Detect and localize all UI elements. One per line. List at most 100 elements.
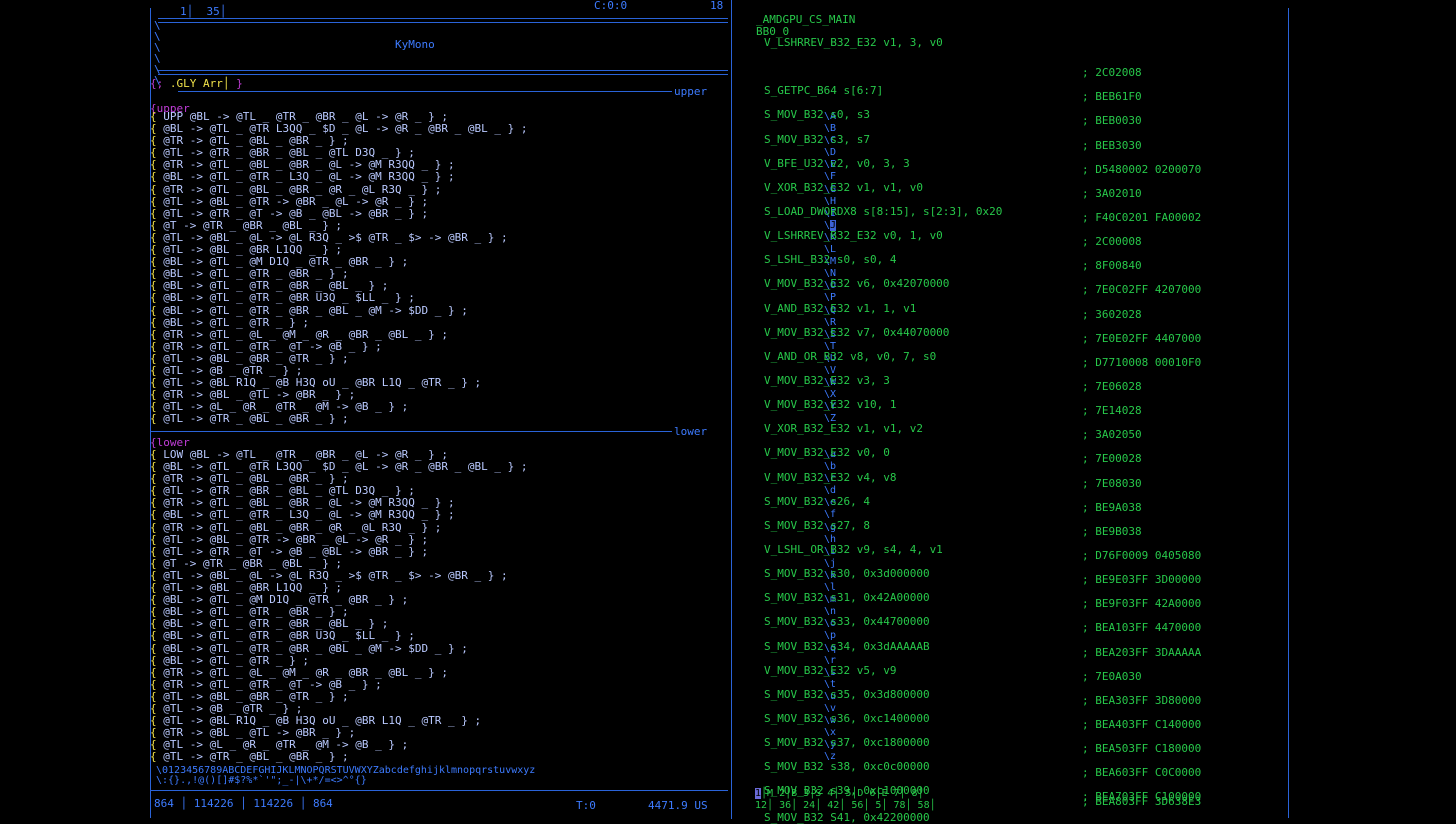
open-brace: { <box>150 327 164 341</box>
asm-encoding: ; BE9F03FF 42A0000 <box>1082 597 1202 611</box>
asm-instruction-line[interactable]: ; 2C02008 <box>764 60 1142 84</box>
open-brace: { <box>150 267 164 281</box>
glyph-strokes: @TR -> @TL _ @BL _ @BR _ @L -> @M R3QQ _… <box>163 158 455 172</box>
asm-opcode: S_MOV_B32 s37, 0xc1800000 <box>764 736 930 750</box>
asm-instruction-line[interactable]: S_MOV_B32 s33, 0x44700000 ; BEA103FF 4470… <box>764 615 1201 639</box>
asm-instruction-line[interactable]: S_MOV_B32 s0, s3 ; BEB0030 <box>764 108 1142 132</box>
asm-instruction-line[interactable]: V_LSHRREV_B32_E32 v0, 1, v0 ; 2C00008 <box>764 229 1142 253</box>
ruler-encoding: ; BEA803FF 3D638E3 <box>1082 795 1202 808</box>
open-brace: { <box>150 134 164 148</box>
asm-encoding: ; BEB0030 <box>1082 114 1142 128</box>
asm-encoding: ; 7E08030 <box>1082 476 1142 490</box>
asm-instruction-line[interactable]: V_BFE_U32 v2, v0, 3, 3 ; D5480002 0200070 <box>764 157 1201 181</box>
asm-encoding: ; BEA403FF C140000 <box>1082 717 1202 731</box>
open-brace: { <box>150 593 164 607</box>
asm-instruction-line[interactable]: S_LOAD_DWORDX8 s[8:15], s[2:3], 0x20 ; F4… <box>764 205 1201 229</box>
open-brace: { <box>150 701 164 715</box>
glyph-definition-row[interactable]: { @TL -> @TR _ @BL _ @BR _ } ; <box>150 751 528 763</box>
asm-encoding: ; 2C02008 <box>1082 66 1142 80</box>
asm-instruction-line[interactable]: S_MOV_B32 s3, s7 ; BEB3030 <box>764 133 1142 157</box>
asm-instruction-line[interactable]: S_MOV_B32 s34, 0x3dAAAAAB ; BEA203FF 3DAA… <box>764 640 1201 664</box>
glyph-strokes: @TR -> @TL _ @L _ @M _ @R _ @BR _ @BL _ … <box>163 327 449 341</box>
asm-instruction-line[interactable]: S_MOV_B32 s31, 0x42A00000 ; BE9F03FF 42A0… <box>764 591 1201 615</box>
asm-opcode: V_MOV_B32_E32 v3, 3 <box>764 373 890 387</box>
asm-encoding: ; BEA603FF C0C0000 <box>1082 766 1202 780</box>
asm-instruction-line[interactable]: V_MOV_B32_E32 v4, v8 ; 7E08030 <box>764 470 1142 495</box>
glyph-strokes: @T -> @TR _ @BR _ @BL _ } ; <box>163 218 343 232</box>
glyph-definition-row[interactable]: { @TL -> @TR _ @BL _ @BR _ } ; <box>150 413 528 425</box>
right-border <box>1288 8 1289 818</box>
status-rule <box>150 790 728 791</box>
glyph-strokes: @TL -> @TR _ @BR _ @BL _ @TL D3Q _ } ; <box>163 146 415 160</box>
asm-instruction-line[interactable]: S_MOV_B32 s37, 0xc1800000 ; BEA503FF C180… <box>764 736 1201 760</box>
asm-opcode: V_AND_B32_E32 v1, 1, v1 <box>764 301 917 315</box>
asm-instruction-line[interactable]: V_LSHL_OR_B32 v9, s4, 4, v1 ; D76F0009 04… <box>764 543 1201 567</box>
asm-instruction-line[interactable]: V_XOR_B32_E32 v1, v1, v2 ; 3A02050 <box>764 422 1142 446</box>
open-brace: { <box>150 460 164 474</box>
asm-encoding: ; BE9E03FF 3D00000 <box>1082 573 1202 587</box>
asm-instruction-line[interactable]: V_MOV_B32_E32 v0, 0 ; 7E00028 <box>764 446 1142 470</box>
glyph-strokes: @TR -> @BL _ @TL -> @BR _ } ; <box>163 388 356 402</box>
open-brace: { <box>150 556 164 570</box>
asm-encoding: ; BE9B038 <box>1082 524 1142 538</box>
asm-opcode: S_LSHL_B32 s0, s0, 4 <box>764 253 897 267</box>
asm-instruction-line[interactable]: V_AND_B32_E32 v1, 1, v1 ; 3602028 <box>764 301 1142 326</box>
asm-partial-line: S_MOV_B32 S41, 0x42200000 <box>764 811 930 824</box>
glyph-strokes: @BL -> @TL _ @TR _ @BR U3Q _ $LL _ } ; <box>163 629 415 643</box>
asm-instruction-line[interactable]: S_MOV_B32 s38, 0xc0c00000 ; BEA603FF C0C0… <box>764 760 1201 784</box>
asm-encoding: ; BEA103FF 4470000 <box>1082 621 1202 635</box>
asm-instruction-line[interactable]: V_XOR_B32_E32 v1, v1, v0 ; 3A02010 <box>764 180 1142 205</box>
asm-instruction-line[interactable]: S_MOV_B32 s26, 4 ; BE9A038 <box>764 495 1142 519</box>
open-brace: { <box>150 472 164 486</box>
open-brace: { <box>150 182 164 196</box>
asm-encoding: ; F40C0201 FA00002 <box>1082 210 1202 224</box>
open-brace: { <box>150 243 164 257</box>
open-brace: { <box>150 110 164 123</box>
open-brace: { <box>150 388 164 402</box>
open-brace: { <box>150 412 164 426</box>
asm-instruction-line[interactable]: S_MOV_B32 s35, 0x3d800000 ; BEA303FF 3D80… <box>764 688 1201 712</box>
asm-encoding: ; 3A02010 <box>1082 186 1142 200</box>
open-brace: { <box>150 206 164 220</box>
glyph-strokes: @BL -> @TL _ @TR L3QQ _ $D _ @L -> @R _ … <box>163 460 528 474</box>
asm-instruction-line[interactable]: V_MOV_B32_E32 v5, v9 ; 7E0A030 <box>764 664 1142 688</box>
glyph-strokes: @BL -> @TL _ @TR _ @BR _ } ; <box>163 267 349 281</box>
asm-instruction-line[interactable]: V_MOV_B32_E32 v7, 0x44070000 ; 7E0E02FF 4… <box>764 326 1201 350</box>
glyph-strokes: @TR -> @TL _ @BL _ @BR _ } ; <box>163 472 349 486</box>
open-brace: { <box>150 279 164 293</box>
command-input[interactable]: .GLY Arr│ <box>170 77 230 90</box>
asm-instruction-line[interactable]: V_LSHRREV_B32_E32 v1, 3, v0 <box>764 36 1002 60</box>
glyph-strokes: UPP @BL -> @TL _ @TR _ @BR _ @L -> @R _ … <box>163 110 449 123</box>
upper-section-label: upper <box>674 85 708 98</box>
asm-instruction-line[interactable]: V_MOV_B32_E32 v10, 1 ; 7E14028 <box>764 398 1142 422</box>
ruler-top: 1│M 2│B 3│S 4│ 5│D 6│E 7│ 8│ <box>755 788 924 799</box>
asm-opcode: V_XOR_B32_E32 v1, v1, v0 <box>764 180 923 194</box>
glyph-strokes: @TR -> @BL _ @TL -> @BR _ } ; <box>163 726 356 740</box>
glyph-editor-pane[interactable]: 1│ 35│ C:0:0 18 \ \ \ \ \ \ KyMono {; .G… <box>148 0 837 819</box>
asm-instruction-line[interactable]: V_MOV_B32_E32 v3, 3 ; 7E06028 <box>764 373 1142 398</box>
asm-instruction-line[interactable]: S_GETPC_B64 s[6:7] ; BEB61F0 <box>764 84 1142 108</box>
asm-instruction-line[interactable]: V_MOV_B32_E32 v6, 0x42070000 ; 7E0C02FF 4… <box>764 277 1201 301</box>
status-counts: 864 │ 114226 │ 114226 │ 864 <box>154 797 333 810</box>
glyph-strokes: @TL -> @L _ @R _ @TR _ @M -> @B _ } ; <box>163 400 409 414</box>
asm-instruction-line[interactable]: S_MOV_B32 s27, 8 ; BE9B038 <box>764 519 1142 543</box>
glyph-strokes: @TL -> @L _ @R _ @TR _ @M -> @B _ } ; <box>163 738 409 752</box>
asm-instruction-line[interactable]: S_LSHL_B32 s0, s0, 4 ; 8F00840 <box>764 253 1142 277</box>
glyph-strokes: @TL -> @BL _ @BR _ @TR _ } ; <box>163 351 349 365</box>
status-frametime: 4471.9 US <box>648 799 708 812</box>
glyph-strokes: @TL -> @BL _ @BR _ @TR _ } ; <box>163 689 349 703</box>
open-brace: { <box>150 532 164 546</box>
asm-instruction-line[interactable]: S_MOV_B32 s36, 0xc1400000 ; BEA403FF C140… <box>764 712 1201 736</box>
header-rule-top <box>158 18 728 19</box>
glyph-strokes: @TR -> @TL _ @TR _ @T -> @B _ } ; <box>163 677 382 691</box>
open-brace: { <box>150 653 164 667</box>
glyph-strokes: @TL -> @BL R1Q _ @B H3Q oU _ @BR L1Q _ @… <box>163 714 482 728</box>
asm-instruction-line[interactable]: S_MOV_B32 s30, 0x3d000000 ; BE9E03FF 3D00… <box>764 567 1201 591</box>
asm-opcode: V_MOV_B32_E32 v4, v8 <box>764 470 897 484</box>
glyph-strokes: @TR -> @TL _ @TR _ @T -> @B _ } ; <box>163 339 382 353</box>
asm-instruction-line[interactable]: V_AND_OR_B32 v8, v0, 7, s0 ; D7710008 000… <box>764 350 1201 374</box>
open-brace: { <box>150 315 164 329</box>
asm-encoding: ; 7E0E02FF 4407000 <box>1082 331 1202 345</box>
command-line[interactable]: {; .GLY Arr│ } <box>150 78 243 90</box>
pane-divider[interactable] <box>731 0 732 819</box>
